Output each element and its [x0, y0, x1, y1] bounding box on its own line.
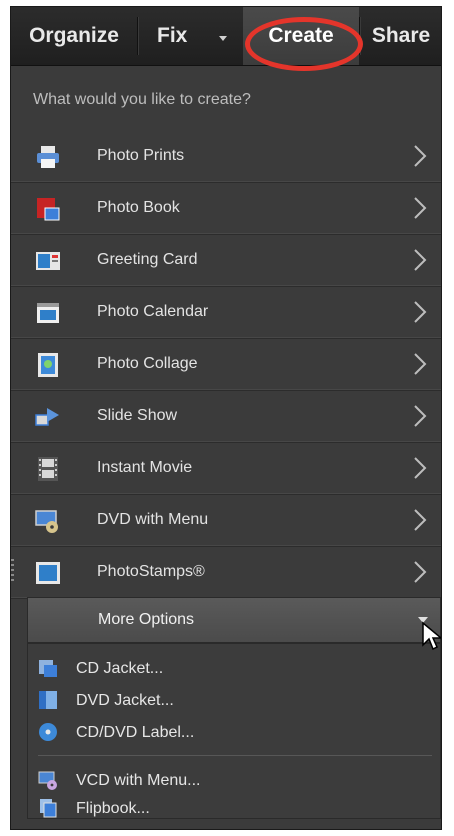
slideshow-icon	[35, 408, 59, 426]
chevron-right-icon	[414, 197, 427, 219]
chevron-right-icon	[414, 145, 427, 167]
dvd-jacket-icon	[39, 691, 57, 709]
submenu-item-label: CD Jacket...	[76, 660, 164, 677]
submenu-item-label: VCD with Menu...	[76, 772, 201, 789]
menu-item-greeting-card[interactable]: Greeting Card	[11, 235, 441, 287]
create-panel: Organize Fix Create Share What would you…	[10, 6, 442, 830]
submenu-item-label: DVD Jacket...	[76, 692, 174, 709]
submenu-item-cd-jacket[interactable]: CD Jacket...	[28, 654, 440, 684]
collage-icon	[38, 353, 58, 377]
submenu-item-vcd-with-menu[interactable]: VCD with Menu...	[28, 766, 440, 796]
calendar-icon	[37, 303, 59, 323]
more-options-label: More Options	[98, 611, 195, 628]
dvd-menu-icon	[35, 510, 58, 533]
chevron-right-icon	[414, 301, 427, 323]
menu-item-label: Slide Show	[97, 407, 178, 424]
chevron-right-icon	[414, 405, 427, 427]
menu-item-label: Photo Prints	[97, 147, 185, 164]
more-options-button[interactable]: More Options	[27, 597, 441, 643]
film-icon	[38, 457, 58, 481]
printer-icon	[37, 146, 59, 168]
tab-fix[interactable]: Fix	[137, 7, 243, 65]
cd-jacket-icon	[39, 660, 57, 677]
menu-item-dvd-with-menu[interactable]: DVD with Menu	[11, 495, 441, 547]
flipbook-icon	[40, 799, 57, 818]
chevron-down-icon[interactable]	[219, 36, 227, 41]
menu-item-label: DVD with Menu	[97, 511, 209, 528]
menu-item-label: Photo Collage	[97, 355, 198, 372]
submenu-item-label: CD/DVD Label...	[76, 724, 195, 741]
more-options-menu: CD Jacket... DVD Jacket... CD/DVD Label.…	[27, 643, 441, 819]
greeting-card-icon	[36, 252, 60, 270]
create-menu: Photo Prints Photo Book Greeting Card Ph…	[11, 131, 441, 599]
tab-create[interactable]: Create	[243, 7, 359, 65]
disc-label-icon	[39, 723, 57, 741]
chevron-right-icon	[414, 561, 427, 583]
chevron-down-icon	[418, 617, 428, 623]
menu-item-slide-show[interactable]: Slide Show	[11, 391, 441, 443]
tab-organize[interactable]: Organize	[11, 7, 137, 65]
chevron-right-icon	[414, 457, 427, 479]
tab-share[interactable]: Share	[359, 7, 441, 65]
stamp-icon	[36, 562, 60, 584]
photo-book-icon	[37, 198, 60, 221]
menu-item-label: PhotoStamps®	[97, 563, 205, 580]
vcd-menu-icon	[38, 771, 57, 790]
panel-resize-handle[interactable]	[11, 559, 14, 583]
submenu-divider	[38, 755, 432, 756]
menu-item-photo-prints[interactable]: Photo Prints	[11, 131, 441, 183]
menu-item-label: Greeting Card	[97, 251, 198, 268]
chevron-right-icon	[414, 353, 427, 375]
menu-item-instant-movie[interactable]: Instant Movie	[11, 443, 441, 495]
chevron-right-icon	[414, 249, 427, 271]
tab-fix-label: Fix	[157, 24, 188, 47]
submenu-item-flipbook[interactable]: Flipbook...	[28, 794, 440, 824]
tab-bar: Organize Fix Create Share	[11, 7, 441, 66]
menu-item-photo-collage[interactable]: Photo Collage	[11, 339, 441, 391]
chevron-right-icon	[414, 509, 427, 531]
menu-item-label: Instant Movie	[97, 459, 193, 476]
submenu-item-cd-dvd-label[interactable]: CD/DVD Label...	[28, 718, 440, 748]
menu-item-photo-book[interactable]: Photo Book	[11, 183, 441, 235]
menu-item-photostamps[interactable]: PhotoStamps®	[11, 547, 441, 599]
menu-item-label: Photo Calendar	[97, 303, 209, 320]
menu-item-photo-calendar[interactable]: Photo Calendar	[11, 287, 441, 339]
submenu-item-label: Flipbook...	[76, 800, 150, 817]
menu-item-label: Photo Book	[97, 199, 180, 216]
submenu-item-dvd-jacket[interactable]: DVD Jacket...	[28, 686, 440, 716]
create-prompt: What would you like to create?	[33, 91, 251, 108]
